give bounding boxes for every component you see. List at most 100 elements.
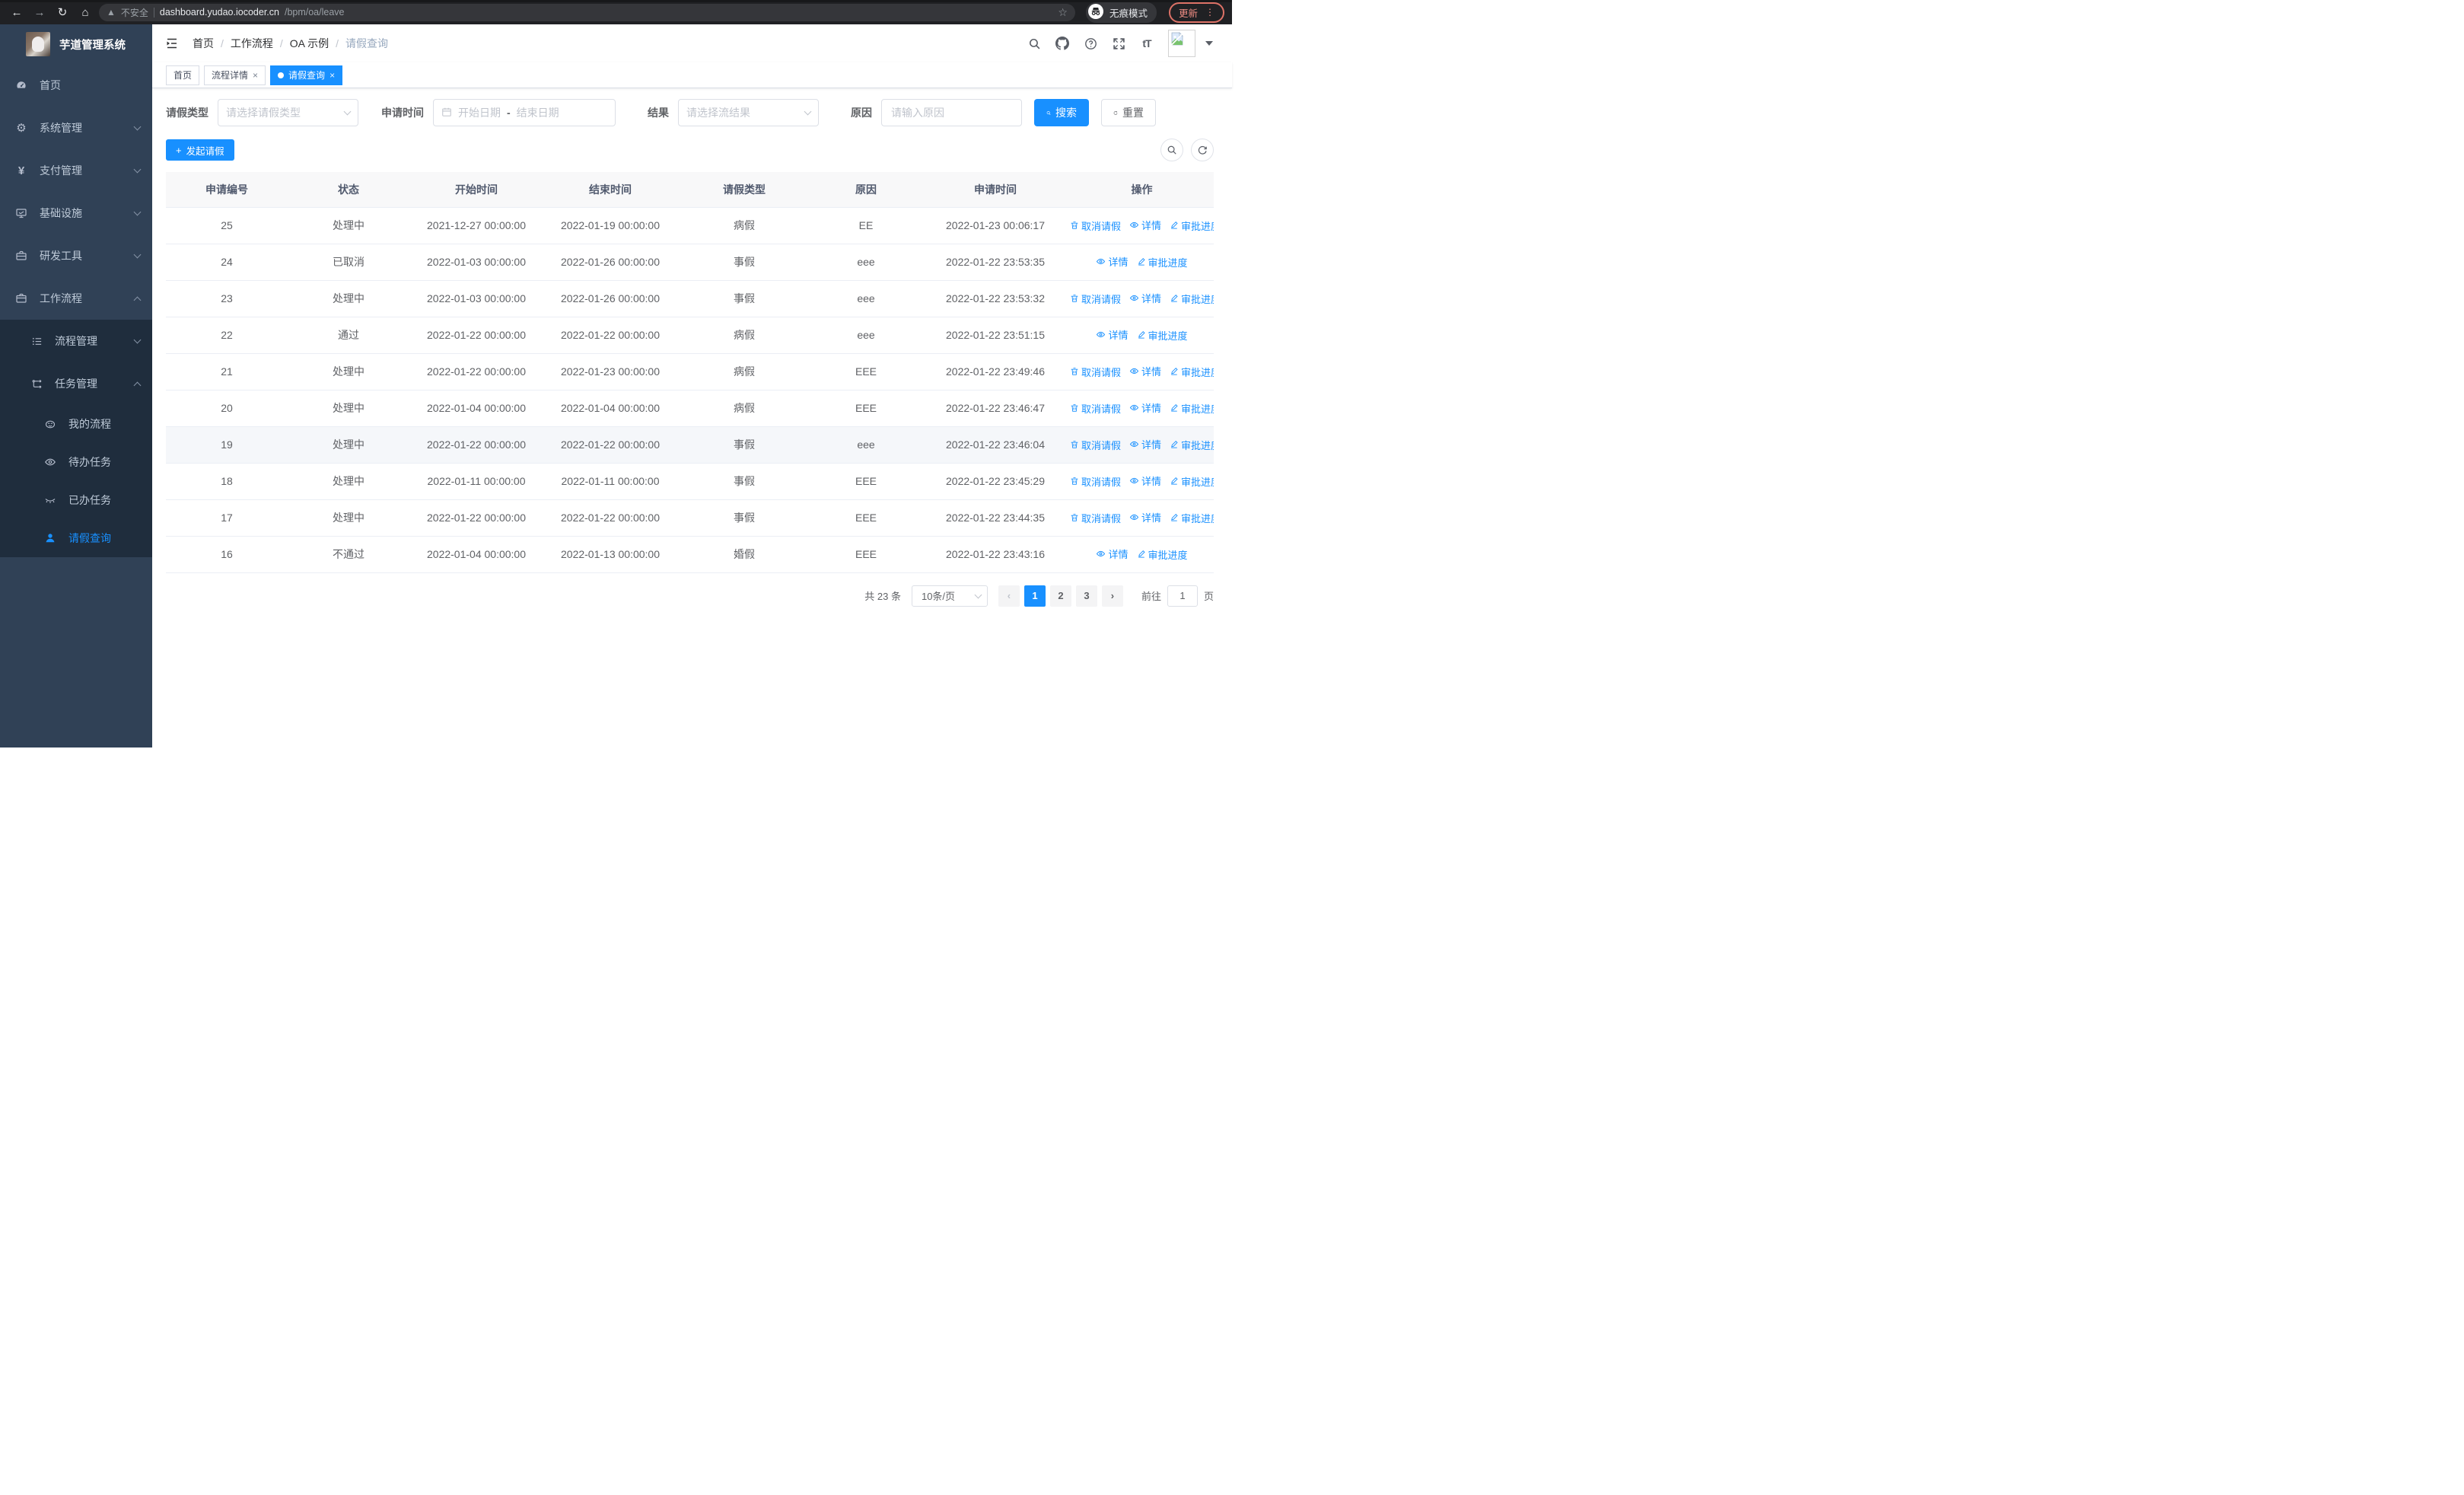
update-button[interactable]: 更新 ⋮ (1168, 2, 1224, 23)
tab-process-detail[interactable]: 流程详情 × (204, 65, 266, 85)
progress-action-link[interactable]: 审批进度 (1137, 328, 1188, 343)
tab-leave-query[interactable]: 请假查询 × (270, 65, 343, 85)
chevron-down-icon (133, 336, 142, 343)
sidebar-item-my-process[interactable]: 我的流程 (0, 405, 152, 443)
reset-button[interactable]: 重置 (1101, 99, 1156, 126)
leave-type-select[interactable]: 请选择请假类型 (218, 99, 358, 126)
detail-action-link[interactable]: 详情 (1129, 473, 1161, 488)
result-select[interactable]: 请选择流结果 (678, 99, 819, 126)
create-leave-button[interactable]: + 发起请假 (166, 139, 234, 161)
detail-action-link[interactable]: 详情 (1129, 437, 1161, 451)
progress-action-link[interactable]: 审批进度 (1170, 218, 1214, 233)
progress-action-link[interactable]: 审批进度 (1170, 365, 1214, 379)
yen-icon: ¥ (18, 164, 25, 177)
cancel-action-link[interactable]: 取消请假 (1070, 218, 1121, 233)
cancel-action-link[interactable]: 取消请假 (1070, 365, 1121, 379)
font-size-icon[interactable]: tT (1140, 37, 1154, 50)
prev-page-icon[interactable]: ‹ (998, 585, 1020, 607)
breadcrumb-item[interactable]: OA 示例 (290, 36, 329, 51)
sidebar-item-done-tasks[interactable]: 已办任务 (0, 481, 152, 519)
help-icon[interactable] (1084, 37, 1097, 50)
progress-action-link[interactable]: 审批进度 (1170, 438, 1214, 452)
avatar[interactable] (1168, 30, 1195, 57)
sidebar-item-leave-query[interactable]: 请假查询 (0, 519, 152, 557)
table-cell: 2022-01-04 00:00:00 (409, 390, 543, 427)
sidebar-item-system[interactable]: ⚙ 系统管理 (0, 107, 152, 149)
insecure-label: 不安全 (120, 7, 148, 18)
table-cell: eee (811, 426, 921, 464)
sidebar-item-todo-tasks[interactable]: 待办任务 (0, 443, 152, 481)
breadcrumb-item[interactable]: 工作流程 (231, 36, 273, 51)
warning-icon[interactable]: ▲ (107, 7, 116, 18)
table-cell: 2022-01-22 23:44:35 (921, 499, 1070, 537)
detail-action-link[interactable]: 详情 (1129, 218, 1161, 232)
next-page-icon[interactable]: › (1101, 585, 1123, 607)
refresh-icon[interactable] (1191, 139, 1214, 161)
table-row[interactable]: 21 处理中 2022-01-22 00:00:00 2022-01-23 00:00… (166, 353, 1214, 390)
home-icon[interactable]: ⌂ (76, 3, 94, 21)
detail-action-link[interactable]: 详情 (1129, 400, 1161, 415)
fullscreen-icon[interactable] (1112, 37, 1125, 50)
table-row[interactable]: 19 处理中 2022-01-22 00:00:00 2022-01-22 00:00… (166, 426, 1214, 464)
detail-action-link[interactable]: 详情 (1129, 510, 1161, 524)
progress-action-link[interactable]: 审批进度 (1170, 401, 1214, 416)
search-button[interactable]: 搜索 (1034, 99, 1089, 126)
sidebar-item-task-mgmt[interactable]: 任务管理 (0, 362, 152, 405)
start-date-placeholder: 开始日期 (458, 107, 501, 119)
close-icon[interactable]: × (253, 70, 258, 81)
detail-action-link[interactable]: 详情 (1129, 364, 1161, 378)
detail-action-link[interactable]: 详情 (1096, 547, 1129, 561)
reload-icon[interactable]: ↻ (53, 3, 72, 21)
progress-action-link[interactable]: 审批进度 (1170, 474, 1214, 489)
cancel-action-link[interactable]: 取消请假 (1070, 438, 1121, 452)
breadcrumb-item[interactable]: 首页 (193, 36, 214, 51)
progress-action-link[interactable]: 审批进度 (1170, 292, 1214, 306)
cancel-action-link[interactable]: 取消请假 (1070, 474, 1121, 489)
progress-action-link[interactable]: 审批进度 (1137, 547, 1188, 562)
page-button[interactable]: 3 (1075, 585, 1097, 607)
detail-action-link[interactable]: 详情 (1129, 291, 1161, 305)
sidebar-item-devtools[interactable]: 研发工具 (0, 234, 152, 277)
table-row[interactable]: 23 处理中 2022-01-03 00:00:00 2022-01-26 00:00… (166, 280, 1214, 317)
github-icon[interactable] (1055, 37, 1069, 50)
show-search-icon[interactable] (1160, 139, 1183, 161)
star-icon[interactable]: ☆ (1058, 6, 1068, 19)
caret-down-icon[interactable] (1205, 41, 1213, 46)
table-row[interactable]: 25 处理中 2021-12-27 00:00:00 2022-01-19 00:00… (166, 207, 1214, 244)
row-actions: 取消请假详情审批进度 (1070, 426, 1214, 464)
progress-action-link[interactable]: 审批进度 (1170, 511, 1214, 525)
table-row[interactable]: 17 处理中 2022-01-22 00:00:00 2022-01-22 00:00… (166, 499, 1214, 537)
url-path: /bpm/oa/leave (284, 7, 345, 18)
page-button[interactable]: 1 (1023, 585, 1046, 607)
sidebar-item-workflow[interactable]: 工作流程 (0, 277, 152, 320)
url-bar[interactable]: ▲ 不安全 dashboard.yudao.iocoder.cn/bpm/oa/… (99, 3, 1075, 21)
search-icon[interactable] (1027, 37, 1041, 50)
table-row[interactable]: 24 已取消 2022-01-03 00:00:00 2022-01-26 00:00… (166, 244, 1214, 281)
table-row[interactable]: 20 处理中 2022-01-04 00:00:00 2022-01-04 00:00… (166, 390, 1214, 427)
forward-icon[interactable]: → (30, 3, 49, 21)
tab-home[interactable]: 首页 (166, 65, 200, 85)
logo-row[interactable]: 芋道管理系统 (0, 24, 152, 64)
sidebar-fold-icon[interactable] (164, 35, 180, 52)
detail-action-link[interactable]: 详情 (1096, 327, 1129, 342)
more-dots-icon[interactable]: ⋮ (1205, 7, 1214, 18)
table-row[interactable]: 18 处理中 2022-01-11 00:00:00 2022-01-11 00:00… (166, 463, 1214, 500)
sidebar-item-payment[interactable]: ¥ 支付管理 (0, 149, 152, 192)
detail-action-link[interactable]: 详情 (1096, 254, 1129, 269)
cancel-action-link[interactable]: 取消请假 (1070, 511, 1121, 525)
page-button[interactable]: 2 (1049, 585, 1071, 607)
apply-time-range-picker[interactable]: 开始日期 - 结束日期 (433, 99, 616, 126)
table-row[interactable]: 22 通过 2022-01-22 00:00:00 2022-01-22 00:00:… (166, 317, 1214, 354)
progress-action-link[interactable]: 审批进度 (1137, 255, 1188, 269)
sidebar-item-process-mgmt[interactable]: 流程管理 (0, 320, 152, 362)
page-size-select[interactable]: 10条/页 (911, 585, 988, 607)
close-icon[interactable]: × (329, 70, 335, 81)
reason-input[interactable] (881, 99, 1022, 126)
goto-page-input[interactable] (1167, 585, 1198, 607)
sidebar-item-home[interactable]: 首页 (0, 64, 152, 107)
cancel-action-link[interactable]: 取消请假 (1070, 401, 1121, 416)
cancel-action-link[interactable]: 取消请假 (1070, 292, 1121, 306)
table-row[interactable]: 16 不通过 2022-01-04 00:00:00 2022-01-13 00:00… (166, 536, 1214, 573)
sidebar-item-infra[interactable]: 基础设施 (0, 192, 152, 234)
back-icon[interactable]: ← (8, 3, 26, 21)
